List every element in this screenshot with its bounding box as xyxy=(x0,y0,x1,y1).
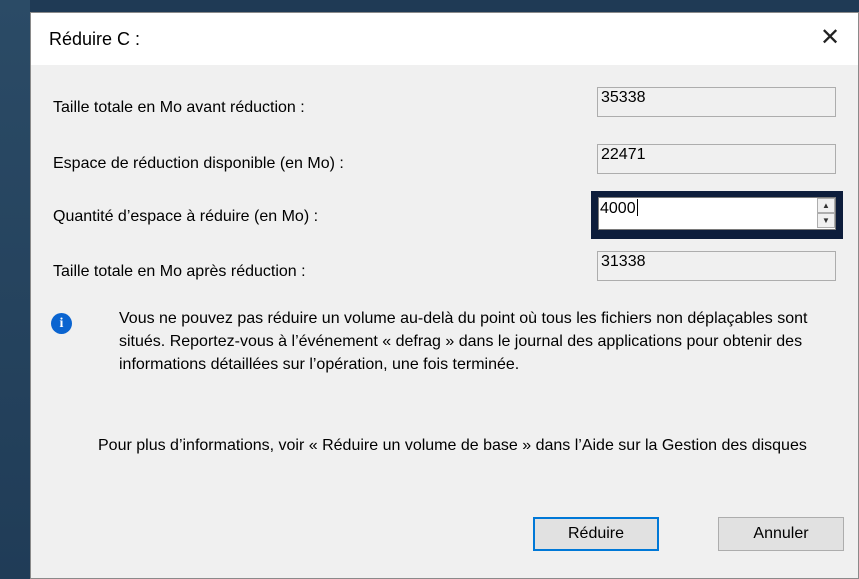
cancel-button[interactable]: Annuler xyxy=(718,517,844,551)
total-before-value: 35338 xyxy=(597,87,836,117)
help-message: Pour plus d’informations, voir « Réduire… xyxy=(98,437,807,454)
shrink-amount-value: 4000 xyxy=(600,200,636,217)
shrink-volume-dialog: Réduire C : ✕ Taille totale en Mo avant … xyxy=(30,12,859,579)
chevron-up-icon: ▲ xyxy=(822,201,830,210)
shrink-button[interactable]: Réduire xyxy=(533,517,659,551)
shrink-amount-focus-highlight: 4000 ▲ ▼ xyxy=(591,191,843,239)
chevron-down-icon: ▼ xyxy=(822,216,830,225)
info-message: Vous ne pouvez pas réduire un volume au-… xyxy=(119,310,808,373)
desktop-background xyxy=(0,0,30,579)
close-icon: ✕ xyxy=(819,23,841,51)
shrink-amount-input[interactable]: 4000 xyxy=(598,197,836,230)
spin-down-button[interactable]: ▼ xyxy=(817,213,835,228)
total-before-label: Taille totale en Mo avant réduction : xyxy=(53,99,305,116)
available-space-value: 22471 xyxy=(597,144,836,174)
available-space-label: Espace de réduction disponible (en Mo) : xyxy=(53,155,344,172)
title-bar: Réduire C : ✕ xyxy=(31,13,858,65)
spin-up-button[interactable]: ▲ xyxy=(817,198,835,213)
dialog-title: Réduire C : xyxy=(49,29,141,49)
shrink-amount-label: Quantité d’espace à réduire (en Mo) : xyxy=(53,208,319,225)
info-icon: i xyxy=(51,313,72,334)
text-caret xyxy=(636,199,638,216)
close-button[interactable]: ✕ xyxy=(802,13,858,61)
total-after-value: 31338 xyxy=(597,251,836,281)
total-after-label: Taille totale en Mo après réduction : xyxy=(53,263,306,280)
shrink-amount-spinner: ▲ ▼ xyxy=(817,198,835,229)
